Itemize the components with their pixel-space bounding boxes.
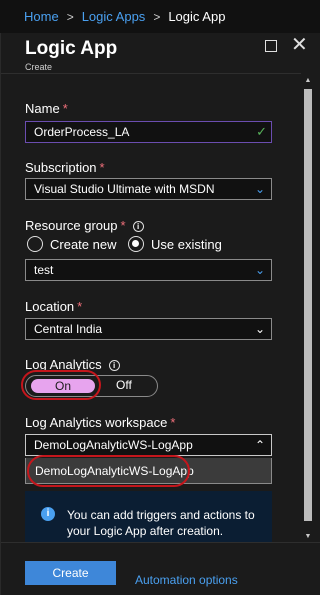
workspace-select[interactable]: DemoLogAnalyticWS-LogApp ⌃ [25, 434, 272, 456]
scrollbar[interactable]: ▲ ▼ [302, 75, 314, 543]
location-select[interactable]: Central India ⌄ [25, 318, 272, 340]
create-blade: Logic App Create ✕ ▲ ▼ Name * OrderProces… [0, 33, 320, 595]
required-marker: * [62, 101, 68, 116]
name-label: Name * [25, 101, 68, 116]
chevron-down-icon: ⌄ [254, 263, 265, 277]
use-existing-radio[interactable]: Use existing [128, 236, 222, 252]
automation-options-link[interactable]: Automation options [135, 573, 238, 587]
resource-group-value: test [34, 263, 54, 277]
radio-circle [27, 236, 43, 252]
required-marker: * [99, 160, 105, 175]
chevron-right-icon: > [66, 9, 74, 24]
breadcrumb-current: Logic App [168, 9, 226, 24]
create-new-radio[interactable]: Create new [27, 236, 116, 252]
create-new-label: Create new [50, 236, 117, 252]
info-icon[interactable]: i [132, 221, 144, 232]
name-value: OrderProcess_LA [34, 125, 130, 139]
chevron-up-icon: ⌃ [254, 438, 265, 452]
checkmark-icon: ✓ [256, 124, 267, 139]
chevron-down-icon: ⌄ [254, 322, 265, 336]
name-field[interactable]: OrderProcess_LA ✓ [25, 121, 272, 143]
info-message: You can add triggers and actions to your… [67, 508, 255, 538]
resource-group-label: Resource group * i [25, 218, 144, 233]
page-subtitle: Create [25, 62, 53, 72]
scroll-up-icon[interactable]: ▲ [302, 75, 314, 87]
annotation-circle [21, 370, 101, 400]
toggle-off-option[interactable]: Off [116, 378, 132, 392]
workspace-label: Log Analytics workspace * [25, 415, 176, 430]
resource-group-select[interactable]: test ⌄ [25, 259, 272, 281]
blade-footer: Create Automation options [1, 542, 320, 595]
chevron-down-icon: ⌄ [254, 182, 265, 196]
location-label: Location * [25, 299, 83, 314]
workspace-value: DemoLogAnalyticWS-LogApp [34, 438, 193, 452]
create-button[interactable]: Create [25, 561, 116, 585]
required-marker: * [120, 218, 126, 233]
required-marker: * [77, 299, 83, 314]
info-icon: i [41, 507, 55, 521]
maximize-button[interactable] [263, 38, 279, 54]
page-title: Logic App [25, 38, 118, 59]
subscription-label: Subscription * [25, 160, 105, 175]
radio-circle-selected [128, 236, 144, 252]
header-divider [1, 73, 301, 74]
scroll-thumb[interactable] [304, 89, 312, 521]
breadcrumb-home-link[interactable]: Home [24, 9, 59, 24]
maximize-icon [265, 40, 277, 52]
close-button[interactable]: ✕ [291, 35, 308, 55]
location-value: Central India [34, 322, 103, 336]
chevron-right-icon: > [153, 9, 161, 24]
subscription-select[interactable]: Visual Studio Ultimate with MSDN ⌄ [25, 178, 272, 200]
breadcrumb-logic-apps-link[interactable]: Logic Apps [82, 9, 146, 24]
info-icon[interactable]: i [108, 360, 120, 371]
breadcrumb: Home > Logic Apps > Logic App [0, 0, 320, 33]
subscription-value: Visual Studio Ultimate with MSDN [34, 182, 215, 196]
blade-header: Logic App Create [25, 37, 117, 72]
annotation-circle [27, 455, 190, 487]
use-existing-label: Use existing [151, 236, 222, 252]
close-icon: ✕ [291, 34, 308, 56]
required-marker: * [170, 415, 176, 430]
